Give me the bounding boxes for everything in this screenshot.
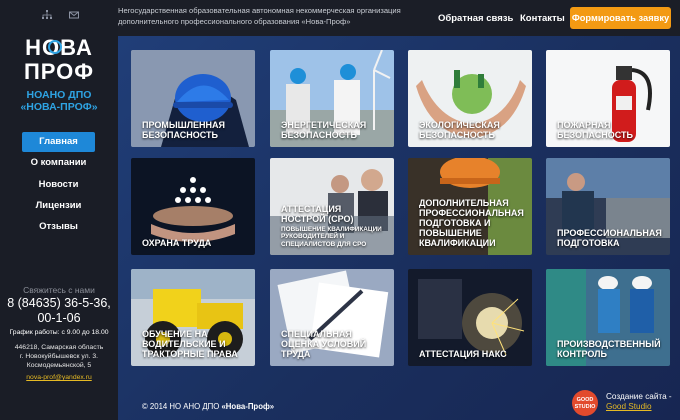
- email-link[interactable]: nova-prof@yandex.ru: [0, 374, 118, 381]
- tile-title: Аттестация НОСТРОЙ (СРО): [281, 203, 354, 224]
- nav-item-home[interactable]: Главная: [22, 132, 95, 152]
- sidebar-top-icons: [42, 10, 79, 20]
- nav-item-reviews[interactable]: Отзывы: [22, 217, 95, 237]
- address-line-2: г. Новокуйбышевск ул. 3.: [19, 353, 99, 360]
- tile-label: Аттестация НОСТРОЙ (СРО) Повышение квали…: [281, 204, 388, 248]
- logo[interactable]: НОВА ПРОФ: [18, 34, 100, 84]
- nav-item-licenses[interactable]: Лицензии: [22, 196, 95, 216]
- tile-naks-certification[interactable]: Аттестация НАКС: [408, 269, 532, 366]
- tile-energy-safety[interactable]: Энергетическая безопасность: [270, 50, 394, 147]
- tile-label: Аттестация НАКС: [419, 349, 507, 359]
- tile-fire-safety[interactable]: Пожарная безопасность: [546, 50, 670, 147]
- tile-industrial-safety[interactable]: Промышленная безопасность: [131, 50, 255, 147]
- tile-label: Энергетическая безопасность: [281, 120, 367, 140]
- good-studio-link[interactable]: Good Studio: [606, 402, 672, 412]
- logo-line-2: ПРОФ: [24, 59, 94, 84]
- contact-heading: Свяжитесь с нами: [23, 285, 95, 295]
- tile-driver-tractor-license[interactable]: Обучение на водительские и тракторные пр…: [131, 269, 255, 366]
- address-line-1: 446218, Самарская область: [14, 344, 104, 351]
- phone-line-2: 00-1-06: [37, 311, 81, 325]
- tile-professional-retraining[interactable]: Дополнительная профессиональная подготов…: [408, 158, 532, 255]
- tile-label: Охрана труда: [142, 238, 212, 248]
- org-short-line-2: «НОВА-ПРОФ»: [20, 101, 98, 113]
- tile-special-labor-assessment[interactable]: Специальная оценка условий труда: [270, 269, 394, 366]
- contacts-link[interactable]: Контакты: [520, 13, 565, 24]
- good-studio-logo[interactable]: GOOD STUDIO: [572, 390, 598, 416]
- tile-nostroy-certification[interactable]: Аттестация НОСТРОЙ (СРО) Повышение квали…: [270, 158, 394, 255]
- working-hours: График работы: с 9.00 до 18.00: [9, 329, 109, 336]
- tile-label: Профессиональная подготовка: [557, 228, 662, 248]
- org-short-name: НОАНО ДПО «НОВА-ПРОФ»: [0, 89, 118, 113]
- logo-line-1: НОВА: [25, 35, 93, 60]
- tile-label: Промышленная безопасность: [142, 120, 225, 140]
- mail-icon[interactable]: [69, 10, 79, 20]
- tile-production-control[interactable]: Производственный контроль: [546, 269, 670, 366]
- tile-professional-training[interactable]: Профессиональная подготовка: [546, 158, 670, 255]
- sitemap-icon[interactable]: [42, 10, 52, 20]
- copyright-brand: «Нова-Проф»: [221, 402, 275, 411]
- tile-label: Экологическая безопасность: [419, 120, 500, 140]
- tile-label: Пожарная безопасность: [557, 120, 633, 140]
- tile-label: Специальная оценка условий труда: [281, 329, 367, 359]
- phone-number[interactable]: 8 (84635) 36-5-36, 00-1-06: [0, 296, 118, 326]
- phone-line-1: 8 (84635) 36-5-36,: [7, 296, 111, 310]
- site-credit-label: Создание сайта -: [606, 392, 672, 401]
- copyright-prefix: © 2014 НО АНО ДПО: [142, 402, 222, 411]
- tile-ecological-safety[interactable]: Экологическая безопасность: [408, 50, 532, 147]
- site-credit: Создание сайта - Good Studio: [606, 392, 672, 412]
- org-full-name: Негосударственная образовательная автоно…: [118, 6, 401, 26]
- tile-subtitle: Повышение квалификации руководителей и с…: [281, 225, 382, 248]
- main-nav: Главная О компании Новости Лицензии Отзы…: [22, 132, 95, 238]
- tile-label: Обучение на водительские и тракторные пр…: [142, 329, 238, 359]
- copyright: © 2014 НО АНО ДПО «Нова-Проф»: [142, 402, 274, 411]
- tile-labor-protection[interactable]: Охрана труда: [131, 158, 255, 255]
- address: 446218, Самарская область г. Новокуйбыше…: [0, 343, 118, 370]
- org-short-line-1: НОАНО ДПО: [26, 89, 92, 101]
- nav-item-news[interactable]: Новости: [22, 175, 95, 195]
- sidebar: НОВА ПРОФ НОАНО ДПО «НОВА-ПРОФ» Главная …: [0, 0, 118, 420]
- tile-label: Производственный контроль: [557, 339, 661, 359]
- address-line-3: Космодемьянской, 5: [26, 362, 92, 369]
- nav-item-about[interactable]: О компании: [22, 153, 95, 173]
- feedback-link[interactable]: Обратная связь: [438, 13, 513, 24]
- tile-label: Дополнительная профессиональная подготов…: [419, 198, 524, 248]
- order-request-button[interactable]: Формировать заявку: [570, 7, 671, 29]
